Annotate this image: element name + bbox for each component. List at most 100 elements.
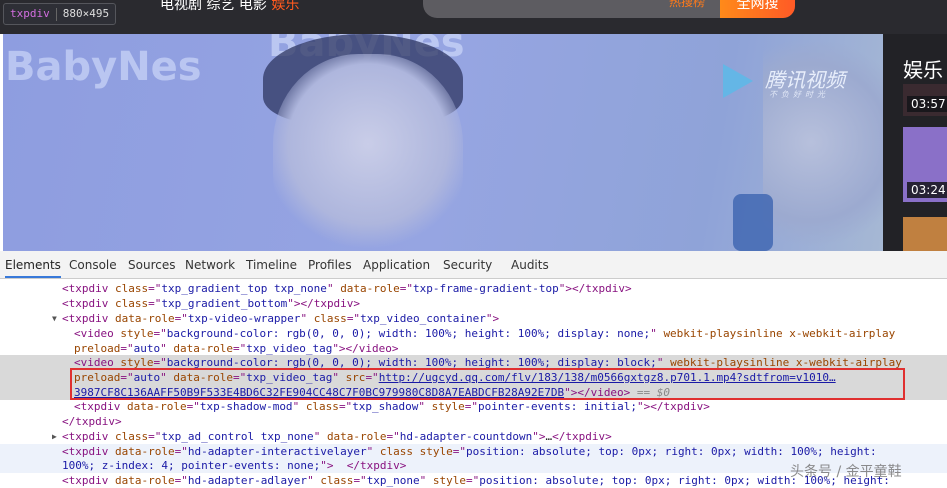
code-token-val: txp_video_container xyxy=(360,312,486,325)
dom-node-text: <txpdiv class="txp_gradient_bottom"></tx… xyxy=(62,296,360,311)
code-token-tag: "></txpdiv> xyxy=(637,400,710,413)
dom-node-text: <txpdiv class="txp_ad_control txp_none" … xyxy=(62,429,612,444)
code-token-tag: <txpdiv xyxy=(62,312,115,325)
hot-search-link[interactable]: 热搜榜 xyxy=(669,0,705,10)
code-token-attr: webkit-playsinline x-webkit-airplay xyxy=(663,327,896,340)
code-token-tag: </txpdiv> xyxy=(62,415,122,428)
dom-node-line[interactable]: <video style="background-color: rgb(0, 0… xyxy=(0,326,947,341)
code-token-tag: =" xyxy=(148,430,162,443)
code-token-tag: =" xyxy=(338,400,353,413)
video-thumbnail[interactable]: 03:57 xyxy=(903,84,947,116)
dom-node-line[interactable]: ▶ <txpdiv class="txp_ad_control txp_none"… xyxy=(0,429,947,444)
code-token-val: auto xyxy=(133,342,161,355)
code-token-tag: <video xyxy=(74,327,121,340)
collapse-arrow-icon[interactable]: ▼ xyxy=(52,311,57,326)
tab-sources[interactable]: Sources xyxy=(128,251,175,278)
search-button[interactable]: 全网搜 xyxy=(720,0,795,18)
code-token-val: txp-frame-gradient-top xyxy=(413,282,559,295)
video-frame xyxy=(733,194,773,251)
search-input[interactable]: 热搜榜 xyxy=(423,0,723,18)
tab-audits[interactable]: Audits xyxy=(511,251,549,278)
code-token-tag: "></txpdiv> xyxy=(287,297,361,310)
code-token-attr: class xyxy=(320,474,354,487)
code-token-tag: " xyxy=(326,282,341,295)
dom-node-line[interactable]: <txpdiv class="txp_gradient_top txp_none… xyxy=(0,281,947,296)
code-token-val: txp-video-wrapper xyxy=(187,312,301,325)
code-token-tag: <txpdiv xyxy=(62,430,115,443)
code-token-tag: </txpdiv> xyxy=(552,430,612,443)
tab-network[interactable]: Network xyxy=(185,251,235,278)
code-token-tag: " xyxy=(366,445,380,458)
code-token-tag: =" xyxy=(174,474,188,487)
video-player[interactable]: BabyNes BabyNes 腾讯视频 不负好时光 xyxy=(3,34,883,251)
code-token-val: hd-adapter-adlayer xyxy=(187,474,308,487)
sidebar-title: 娱乐 xyxy=(903,58,943,82)
code-token-tag: <txpdiv xyxy=(62,297,115,310)
code-token-tag: =" xyxy=(174,312,188,325)
code-token-tag: <txpdiv xyxy=(74,400,127,413)
dom-node-text: <video style="background-color: rgb(0, 0… xyxy=(74,326,895,341)
code-token-attr: style xyxy=(432,474,467,487)
video-frame xyxy=(273,54,463,251)
expand-arrow-icon[interactable]: ▶ xyxy=(52,429,57,444)
code-token-val: 100%; z-index: 4; pointer-events: none; xyxy=(62,459,321,472)
code-token-tag: =" xyxy=(148,297,162,310)
code-token-tag: =" xyxy=(386,430,400,443)
code-token-attr: data-role xyxy=(114,312,175,325)
code-token-attr: class xyxy=(114,282,149,295)
code-token-val: background-color: rgb(0, 0, 0); width: 1… xyxy=(166,327,651,340)
code-token-tag: =" xyxy=(346,312,361,325)
code-token-tag: <txpdiv xyxy=(62,474,115,487)
code-token-attr: data-role xyxy=(326,430,387,443)
code-token-tag: <txpdiv xyxy=(62,445,115,458)
brand-text: BabyNes xyxy=(5,44,202,90)
tab-console[interactable]: Console xyxy=(69,251,117,278)
code-token-tag: " xyxy=(300,312,314,325)
dom-node-text: 100%; z-index: 4; pointer-events: none;"… xyxy=(62,458,406,473)
tab-profiles[interactable]: Profiles xyxy=(308,251,352,278)
code-token-attr: data-role xyxy=(126,400,187,413)
dom-node-text: <txpdiv data-role="txp-shadow-mod" class… xyxy=(74,399,710,414)
code-token-tag: "> xyxy=(532,430,546,443)
nav-links[interactable]: 电视剧 综艺 电影 娱乐 xyxy=(160,0,299,14)
dom-node-line[interactable]: <txpdiv data-role="txp-shadow-mod" class… xyxy=(0,399,947,414)
nav-items[interactable]: 电视剧 综艺 电影 xyxy=(160,0,271,13)
code-token-attr: class xyxy=(313,312,347,325)
tab-application[interactable]: Application xyxy=(363,251,430,278)
tab-timeline[interactable]: Timeline xyxy=(246,251,297,278)
code-token-attr: class xyxy=(305,400,339,413)
highlight-box xyxy=(70,368,905,400)
code-token-tag: =" xyxy=(452,445,467,458)
tab-security[interactable]: Security xyxy=(443,251,492,278)
dom-node-line[interactable]: ▼ <txpdiv data-role="txp-video-wrapper" c… xyxy=(0,311,947,326)
dom-node-line[interactable]: </txpdiv> xyxy=(0,414,947,429)
code-token-attr: data-role xyxy=(114,474,175,487)
dom-node-text: <txpdiv data-role="txp-video-wrapper" cl… xyxy=(62,311,499,326)
duration-badge: 03:57 xyxy=(907,96,947,112)
dom-node-line[interactable]: <txpdiv class="txp_gradient_bottom"></tx… xyxy=(0,296,947,311)
code-token-attr: data-role xyxy=(173,342,233,355)
divider xyxy=(55,7,57,21)
code-token-tag: =" xyxy=(174,445,188,458)
dom-node-line[interactable]: preload="auto" data-role="txp_video_tag"… xyxy=(0,341,947,356)
play-logo-icon xyxy=(723,64,753,98)
dom-node-line[interactable]: <txpdiv data-role="hd-adapter-interactiv… xyxy=(0,444,947,459)
tencent-video-logo: 腾讯视频 不负好时光 xyxy=(723,64,863,104)
dom-node-text: <txpdiv class="txp_gradient_top txp_none… xyxy=(62,281,632,296)
code-token-val: txp_none xyxy=(366,474,420,487)
dom-node-text: <txpdiv data-role="hd-adapter-interactiv… xyxy=(62,444,877,459)
code-token-val: txp_gradient_top txp_none xyxy=(161,282,327,295)
code-token-val: txp_shadow xyxy=(352,400,419,413)
code-token-tag: =" xyxy=(232,342,247,355)
video-thumbnail[interactable] xyxy=(903,217,947,251)
code-token-tag: " xyxy=(650,327,664,340)
tab-elements[interactable]: Elements xyxy=(5,251,61,278)
video-thumbnail[interactable]: 03:24 xyxy=(903,127,947,202)
code-token-tag: " xyxy=(292,400,306,413)
code-token-tag: " xyxy=(307,474,321,487)
code-token-tag: =" xyxy=(153,327,167,340)
code-token-tag: =" xyxy=(148,282,162,295)
logo-slogan: 不负好时光 xyxy=(769,90,829,99)
nav-item-entertainment[interactable]: 娱乐 xyxy=(271,0,299,13)
code-token-tag: "> xyxy=(485,312,500,325)
